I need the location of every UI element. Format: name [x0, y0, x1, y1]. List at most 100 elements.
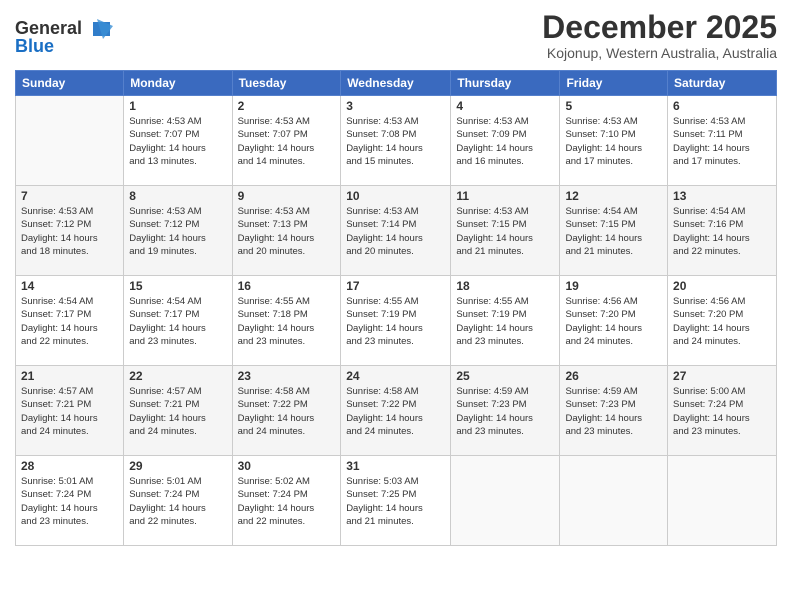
day-info: Sunrise: 4:57 AM Sunset: 7:21 PM Dayligh…	[21, 385, 118, 438]
table-row: 15 Sunrise: 4:54 AM Sunset: 7:17 PM Dayli…	[124, 276, 232, 366]
day-number: 5	[565, 99, 662, 113]
day-number: 20	[673, 279, 771, 293]
table-row	[16, 96, 124, 186]
logo-text: General Blue	[15, 14, 120, 64]
table-row: 2 Sunrise: 4:53 AM Sunset: 7:07 PM Daylig…	[232, 96, 341, 186]
day-number: 10	[346, 189, 445, 203]
day-number: 24	[346, 369, 445, 383]
logo: General Blue	[15, 14, 120, 64]
table-row: 28Sunrise: 5:01 AM Sunset: 7:24 PM Dayli…	[16, 456, 124, 546]
table-row: 13 Sunrise: 4:54 AM Sunset: 7:16 PM Dayli…	[668, 186, 777, 276]
day-info: Sunrise: 4:54 AM Sunset: 7:17 PM Dayligh…	[129, 295, 226, 348]
day-info: Sunrise: 5:00 AM Sunset: 7:24 PM Dayligh…	[673, 385, 771, 438]
table-row: 7 Sunrise: 4:53 AM Sunset: 7:12 PM Daylig…	[16, 186, 124, 276]
day-number: 1	[129, 99, 226, 113]
day-number: 18	[456, 279, 554, 293]
day-number: 14	[21, 279, 118, 293]
header-friday: Friday	[560, 71, 668, 96]
day-number: 2	[238, 99, 336, 113]
day-info: Sunrise: 5:01 AM Sunset: 7:24 PM Dayligh…	[129, 475, 226, 528]
day-number: 23	[238, 369, 336, 383]
day-number: 17	[346, 279, 445, 293]
calendar-week-row: 21 Sunrise: 4:57 AM Sunset: 7:21 PM Dayli…	[16, 366, 777, 456]
table-row: 6 Sunrise: 4:53 AM Sunset: 7:11 PM Daylig…	[668, 96, 777, 186]
day-number: 25	[456, 369, 554, 383]
day-info: Sunrise: 5:02 AM Sunset: 7:24 PM Dayligh…	[238, 475, 336, 528]
day-number: 13	[673, 189, 771, 203]
day-info: Sunrise: 5:03 AM Sunset: 7:25 PM Dayligh…	[346, 475, 445, 528]
day-info: Sunrise: 4:53 AM Sunset: 7:15 PM Dayligh…	[456, 205, 554, 258]
table-row	[668, 456, 777, 546]
header-monday: Monday	[124, 71, 232, 96]
calendar-page: General Blue December 2025 Kojonup, West…	[0, 0, 792, 612]
svg-text:Blue: Blue	[15, 36, 54, 56]
table-row: 12Sunrise: 4:54 AM Sunset: 7:15 PM Dayli…	[560, 186, 668, 276]
svg-text:General: General	[15, 18, 82, 38]
location: Kojonup, Western Australia, Australia	[542, 45, 777, 61]
table-row: 18Sunrise: 4:55 AM Sunset: 7:19 PM Dayli…	[451, 276, 560, 366]
table-row: 31 Sunrise: 5:03 AM Sunset: 7:25 PM Dayli…	[341, 456, 451, 546]
table-row: 14Sunrise: 4:54 AM Sunset: 7:17 PM Dayli…	[16, 276, 124, 366]
calendar-week-row: 7 Sunrise: 4:53 AM Sunset: 7:12 PM Daylig…	[16, 186, 777, 276]
day-number: 4	[456, 99, 554, 113]
calendar-week-row: 28Sunrise: 5:01 AM Sunset: 7:24 PM Dayli…	[16, 456, 777, 546]
day-info: Sunrise: 4:53 AM Sunset: 7:14 PM Dayligh…	[346, 205, 445, 258]
day-number: 26	[565, 369, 662, 383]
table-row: 16 Sunrise: 4:55 AM Sunset: 7:18 PM Dayli…	[232, 276, 341, 366]
table-row: 3Sunrise: 4:53 AM Sunset: 7:08 PM Daylig…	[341, 96, 451, 186]
table-row: 23 Sunrise: 4:58 AM Sunset: 7:22 PM Dayli…	[232, 366, 341, 456]
day-number: 21	[21, 369, 118, 383]
day-info: Sunrise: 4:58 AM Sunset: 7:22 PM Dayligh…	[346, 385, 445, 438]
day-info: Sunrise: 4:53 AM Sunset: 7:12 PM Dayligh…	[21, 205, 118, 258]
day-info: Sunrise: 4:53 AM Sunset: 7:09 PM Dayligh…	[456, 115, 554, 168]
day-number: 29	[129, 459, 226, 473]
table-row: 24 Sunrise: 4:58 AM Sunset: 7:22 PM Dayli…	[341, 366, 451, 456]
day-number: 19	[565, 279, 662, 293]
table-row: 22 Sunrise: 4:57 AM Sunset: 7:21 PM Dayli…	[124, 366, 232, 456]
day-info: Sunrise: 4:53 AM Sunset: 7:10 PM Dayligh…	[565, 115, 662, 168]
day-number: 7	[21, 189, 118, 203]
day-number: 9	[238, 189, 336, 203]
table-row: 20 Sunrise: 4:56 AM Sunset: 7:20 PM Dayli…	[668, 276, 777, 366]
header-wednesday: Wednesday	[341, 71, 451, 96]
table-row: 17Sunrise: 4:55 AM Sunset: 7:19 PM Dayli…	[341, 276, 451, 366]
table-row: 29 Sunrise: 5:01 AM Sunset: 7:24 PM Dayli…	[124, 456, 232, 546]
calendar-week-row: 1 Sunrise: 4:53 AM Sunset: 7:07 PM Daylig…	[16, 96, 777, 186]
table-row: 5 Sunrise: 4:53 AM Sunset: 7:10 PM Daylig…	[560, 96, 668, 186]
day-info: Sunrise: 4:55 AM Sunset: 7:18 PM Dayligh…	[238, 295, 336, 348]
day-number: 30	[238, 459, 336, 473]
day-number: 3	[346, 99, 445, 113]
title-section: December 2025 Kojonup, Western Australia…	[542, 10, 777, 61]
day-info: Sunrise: 4:53 AM Sunset: 7:13 PM Dayligh…	[238, 205, 336, 258]
day-info: Sunrise: 4:59 AM Sunset: 7:23 PM Dayligh…	[565, 385, 662, 438]
day-info: Sunrise: 4:54 AM Sunset: 7:16 PM Dayligh…	[673, 205, 771, 258]
table-row: 10 Sunrise: 4:53 AM Sunset: 7:14 PM Dayli…	[341, 186, 451, 276]
day-info: Sunrise: 4:53 AM Sunset: 7:07 PM Dayligh…	[129, 115, 226, 168]
table-row: 25Sunrise: 4:59 AM Sunset: 7:23 PM Dayli…	[451, 366, 560, 456]
table-row: 11Sunrise: 4:53 AM Sunset: 7:15 PM Dayli…	[451, 186, 560, 276]
day-number: 22	[129, 369, 226, 383]
calendar-body: 1 Sunrise: 4:53 AM Sunset: 7:07 PM Daylig…	[16, 96, 777, 546]
month-title: December 2025	[542, 10, 777, 45]
day-number: 27	[673, 369, 771, 383]
header-thursday: Thursday	[451, 71, 560, 96]
header-saturday: Saturday	[668, 71, 777, 96]
day-number: 31	[346, 459, 445, 473]
table-row: 8Sunrise: 4:53 AM Sunset: 7:12 PM Daylig…	[124, 186, 232, 276]
calendar-table: Sunday Monday Tuesday Wednesday Thursday…	[15, 70, 777, 546]
header-tuesday: Tuesday	[232, 71, 341, 96]
table-row: 30 Sunrise: 5:02 AM Sunset: 7:24 PM Dayli…	[232, 456, 341, 546]
day-info: Sunrise: 4:54 AM Sunset: 7:15 PM Dayligh…	[565, 205, 662, 258]
day-info: Sunrise: 4:57 AM Sunset: 7:21 PM Dayligh…	[129, 385, 226, 438]
day-number: 6	[673, 99, 771, 113]
table-row	[560, 456, 668, 546]
day-number: 15	[129, 279, 226, 293]
day-info: Sunrise: 4:53 AM Sunset: 7:07 PM Dayligh…	[238, 115, 336, 168]
weekday-header-row: Sunday Monday Tuesday Wednesday Thursday…	[16, 71, 777, 96]
day-info: Sunrise: 4:58 AM Sunset: 7:22 PM Dayligh…	[238, 385, 336, 438]
day-number: 16	[238, 279, 336, 293]
day-info: Sunrise: 4:56 AM Sunset: 7:20 PM Dayligh…	[673, 295, 771, 348]
day-info: Sunrise: 4:53 AM Sunset: 7:12 PM Dayligh…	[129, 205, 226, 258]
day-info: Sunrise: 4:53 AM Sunset: 7:11 PM Dayligh…	[673, 115, 771, 168]
day-info: Sunrise: 4:56 AM Sunset: 7:20 PM Dayligh…	[565, 295, 662, 348]
